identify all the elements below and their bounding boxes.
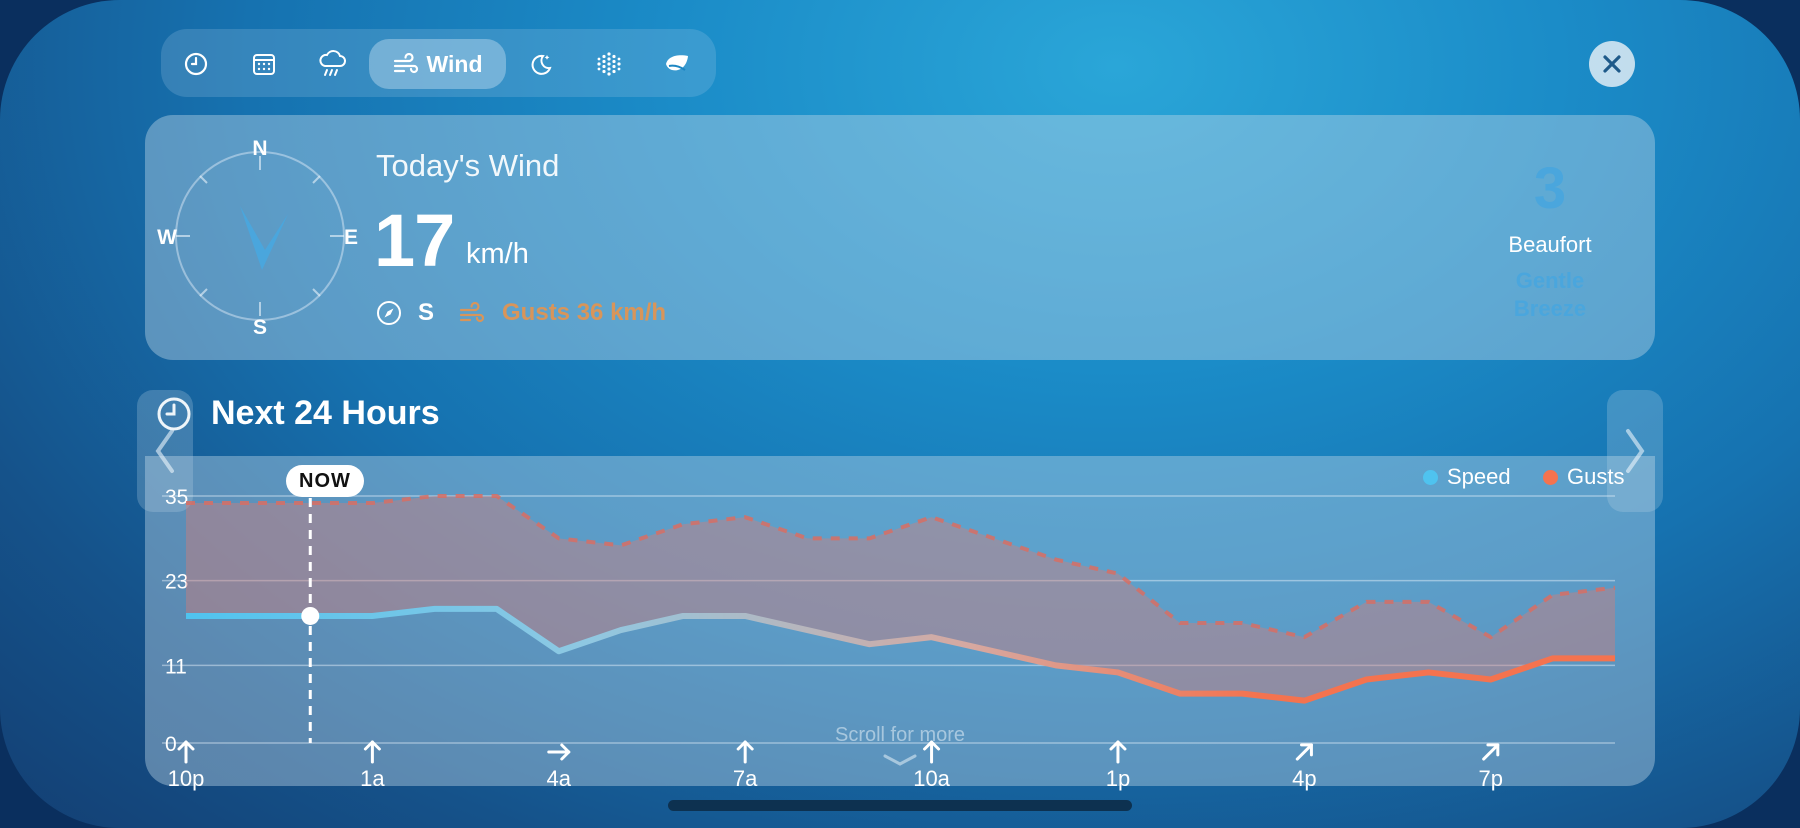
x-tick-label: 4p [1292,766,1316,791]
scroll-hint[interactable]: Scroll for more [800,724,1000,773]
scroll-hint-label: Scroll for more [834,724,966,746]
legend-speed-label: Speed [1447,464,1511,489]
y-tick-label: 0 [165,733,177,756]
home-indicator[interactable] [668,800,1132,811]
wind-direction-arrow-icon [1109,740,1127,764]
wind-direction-arrow-icon [363,740,381,764]
wind-chart: 011233510p 1a 4a 7a 10a 1p 4p 7p [162,486,1616,791]
legend-gusts: Gusts [1543,464,1624,490]
now-point [301,606,320,625]
x-tick-label: 10p [168,766,205,791]
x-tick-label: 7p [1478,766,1502,791]
y-tick-label: 35 [165,486,188,509]
wind-direction-arrow-icon [736,740,754,764]
legend-gusts-label: Gusts [1567,464,1625,489]
chevron-down-icon [883,754,917,766]
x-tick-label: 1p [1106,766,1130,791]
app-screen: Wind N S W E Today's Wind 17 km/h S Gust… [0,0,1800,828]
now-badge: NOW [286,465,364,497]
y-tick-label: 23 [165,571,188,594]
x-tick-label: 7a [733,766,758,791]
wind-direction-arrow-icon [177,740,195,764]
y-tick-label: 11 [165,655,187,678]
legend-gusts-swatch [1543,469,1558,485]
wind-direction-arrow-icon [547,743,571,761]
x-tick-label: 4a [547,766,572,791]
x-tick-label: 1a [360,766,385,791]
legend-speed-swatch [1423,469,1438,485]
gust-band [186,496,1615,701]
legend-speed: Speed [1423,464,1511,490]
